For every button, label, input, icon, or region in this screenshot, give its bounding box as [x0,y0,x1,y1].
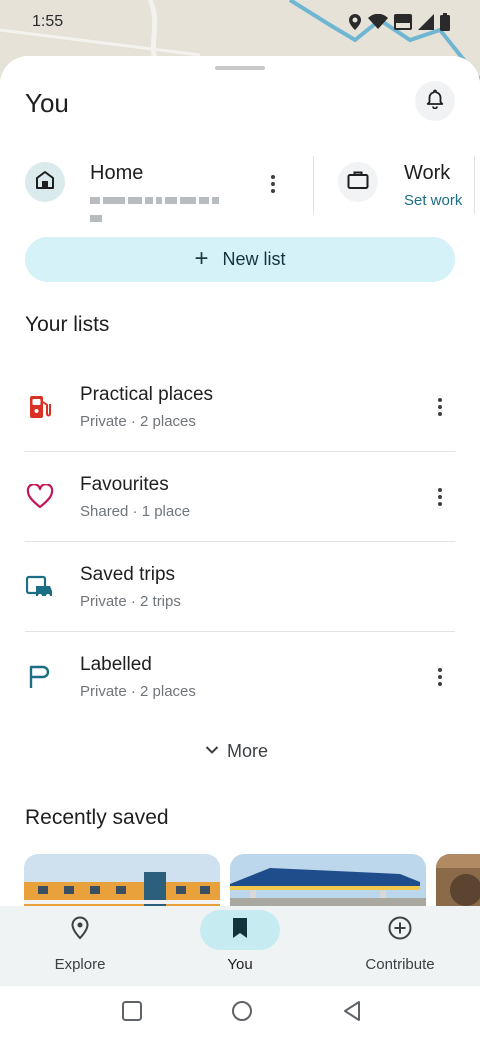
home-more-button[interactable] [262,170,284,198]
recents-button[interactable] [119,1000,145,1026]
volte-icon [394,14,412,30]
recently-saved-carousel [0,854,480,906]
home-address-redacted [90,192,235,223]
plus-icon: + [194,244,209,272]
status-time: 1:55 [32,13,64,30]
divider [474,156,475,214]
list-more-button[interactable] [430,482,450,512]
list-subtitle: Private · 2 trips [80,593,181,610]
recent-place-card[interactable] [24,854,220,906]
new-list-label: New list [222,249,286,269]
set-work-link[interactable]: Set work [404,192,462,209]
location-icon [348,14,362,30]
list-item[interactable]: Saved trips Private · 2 trips [0,542,480,632]
recent-place-card[interactable] [230,854,426,906]
back-button[interactable] [339,1000,365,1026]
add-circle-icon [388,916,412,945]
list-subtitle: Private · 2 places [80,413,196,430]
home-icon [35,170,55,195]
nav-explore-pill[interactable] [40,910,120,950]
work-shortcut-button[interactable] [338,162,378,202]
lists-container: Practical places Private · 2 places Favo… [0,362,480,722]
trips-icon [25,572,55,602]
bell-icon [426,89,444,114]
nav-label: Contribute [365,956,435,973]
status-bar: 1:55 [0,0,480,44]
list-subtitle: Private · 2 places [80,683,196,700]
home-shortcut-button[interactable] [25,162,65,202]
wifi-icon [368,14,388,30]
list-more-button[interactable] [430,392,450,422]
status-icons [348,13,450,31]
nav-contribute[interactable]: Contribute [320,906,480,986]
more-label: More [227,740,269,761]
new-list-button[interactable]: + New list [25,237,455,282]
flag-icon [25,662,55,692]
notifications-button[interactable] [415,81,455,121]
system-navigation-bar [0,986,480,1040]
list-more-button[interactable] [430,662,450,692]
page-title: You [25,88,69,118]
location-pin-icon [70,915,90,945]
list-title: Favourites [80,474,169,495]
nav-label: Explore [54,956,106,973]
list-item[interactable]: Practical places Private · 2 places [0,362,480,452]
battery-icon [440,13,450,31]
list-title: Practical places [80,384,214,405]
your-lists-heading: Your lists [25,313,110,336]
nav-you[interactable]: You [160,906,320,986]
bookmark-icon [232,917,248,944]
bottom-sheet: You Home Work Set work + New list Your l… [0,56,480,906]
divider [313,156,314,214]
briefcase-icon [347,170,369,195]
nav-contribute-pill[interactable] [360,910,440,950]
nav-explore[interactable]: Explore [0,906,160,986]
nav-you-pill[interactable] [200,910,280,950]
square-icon [121,1000,143,1027]
nav-label: You [227,956,253,973]
bottom-navigation: Explore You Contribute [0,906,480,986]
saved-places-row: Home Work Set work [0,156,480,223]
home-button[interactable] [229,1000,255,1026]
list-title: Labelled [80,654,152,675]
drag-handle[interactable] [215,66,265,70]
signal-icon [418,14,434,30]
heart-icon [25,482,55,512]
back-triangle-icon [341,1000,363,1027]
list-subtitle: Shared · 1 place [80,503,191,520]
chevron-down-icon [205,742,219,760]
recent-place-card[interactable] [436,854,480,906]
more-lists-button[interactable]: More [205,738,268,764]
home-label[interactable]: Home [90,162,143,185]
recently-saved-heading: Recently saved [25,806,169,829]
list-item[interactable]: Labelled Private · 2 places [0,632,480,722]
list-item[interactable]: Favourites Shared · 1 place [0,452,480,542]
work-label[interactable]: Work [404,162,450,185]
fuel-icon [25,392,55,422]
circle-icon [231,1000,253,1027]
list-title: Saved trips [80,564,176,585]
